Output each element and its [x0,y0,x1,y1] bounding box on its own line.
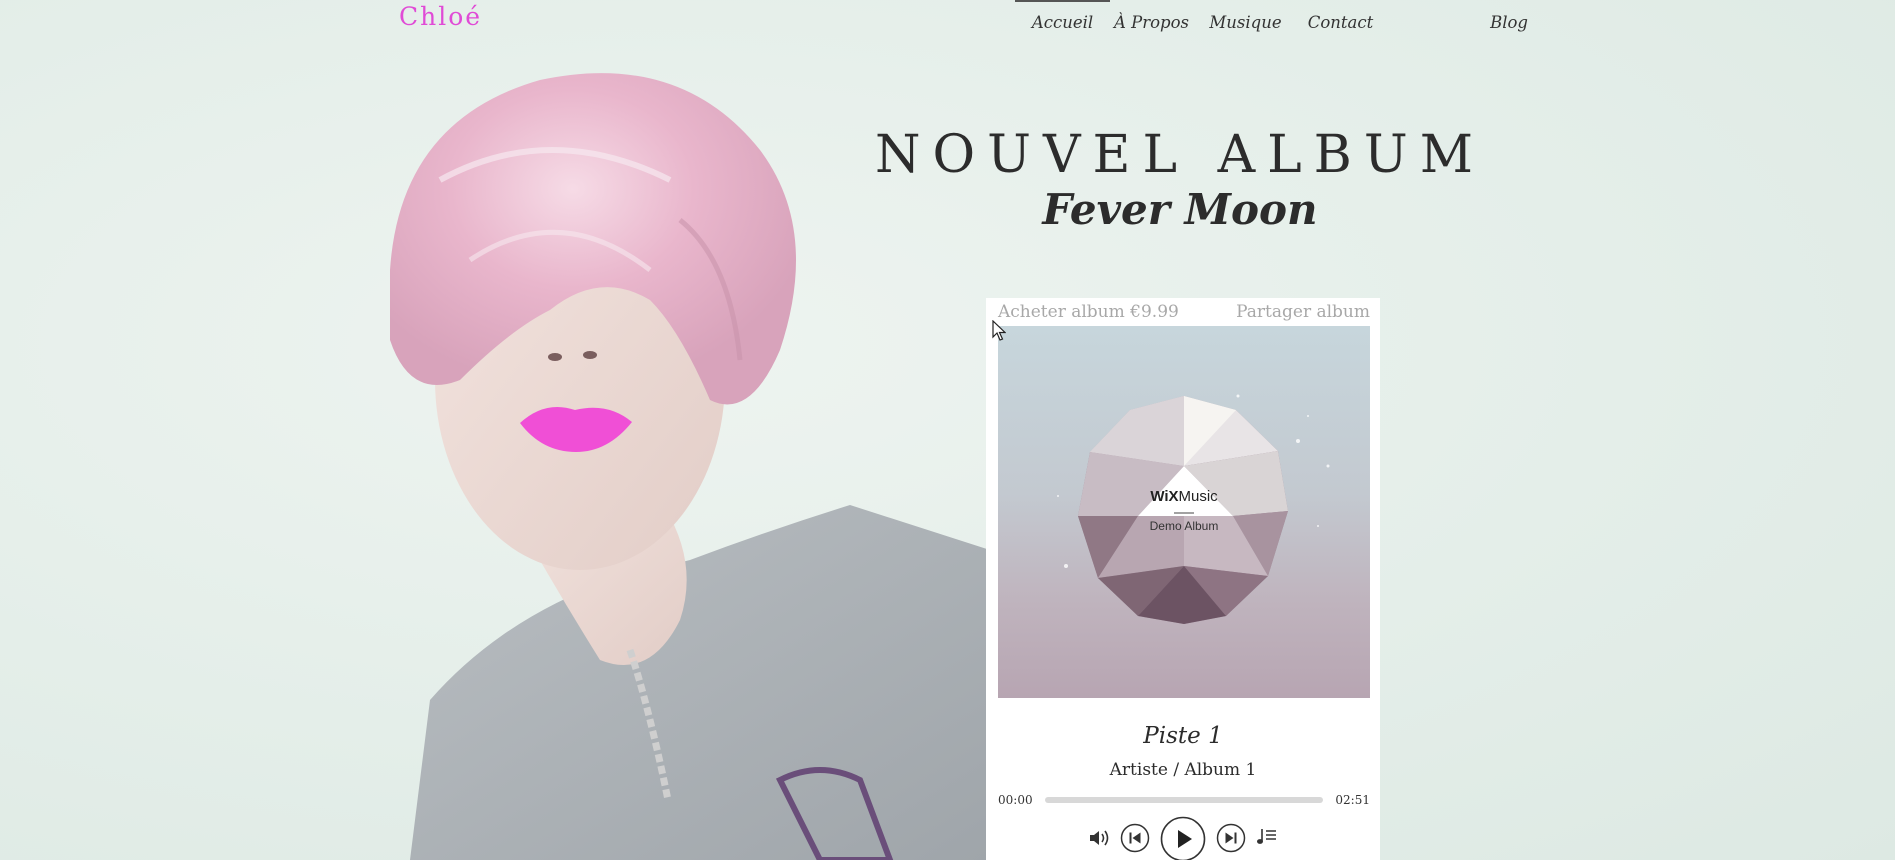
nav-item-accueil[interactable]: Accueil [1015,0,1110,44]
nav-item-blog[interactable]: Blog [1383,0,1528,44]
track-artist-album: Artiste / Album 1 [1109,760,1257,780]
cover-album-label: Demo Album [1150,519,1219,533]
album-cover: WiXMusic Demo Album [998,326,1370,698]
site-logo[interactable]: Chloé [399,2,482,31]
play-icon[interactable] [1160,816,1206,860]
progress-bar[interactable] [1045,797,1323,803]
track-title: Piste 1 [1143,723,1223,749]
player-actions: Acheter album €9.99 Partager album [998,298,1370,326]
main-navigation: Accueil À Propos Musique Contact Blog [1015,0,1528,44]
playlist-icon[interactable] [1256,827,1278,847]
time-total: 02:51 [1335,793,1370,807]
next-track-icon[interactable] [1216,823,1246,853]
buy-album-link[interactable]: Acheter album €9.99 [998,302,1179,322]
album-headline: NOUVEL ALBUM [875,125,1485,185]
volume-icon[interactable] [1088,828,1110,848]
playback-controls [986,816,1380,860]
previous-track-icon[interactable] [1120,823,1150,853]
progress-row: 00:00 02:51 [998,791,1370,809]
nav-item-a-propos[interactable]: À Propos [1110,0,1193,44]
album-title: Fever Moon [1042,185,1318,234]
music-player: Acheter album €9.99 Partager album WiXMu… [986,298,1380,860]
share-album-link[interactable]: Partager album [1236,302,1370,322]
cover-brand-text: WiXMusic [1150,488,1218,505]
nav-item-contact[interactable]: Contact [1298,0,1383,44]
nav-item-musique[interactable]: Musique [1193,0,1298,44]
mouse-cursor-icon [992,320,1006,341]
album-cover-art: WiXMusic Demo Album [1057,394,1330,624]
time-current: 00:00 [998,793,1033,807]
